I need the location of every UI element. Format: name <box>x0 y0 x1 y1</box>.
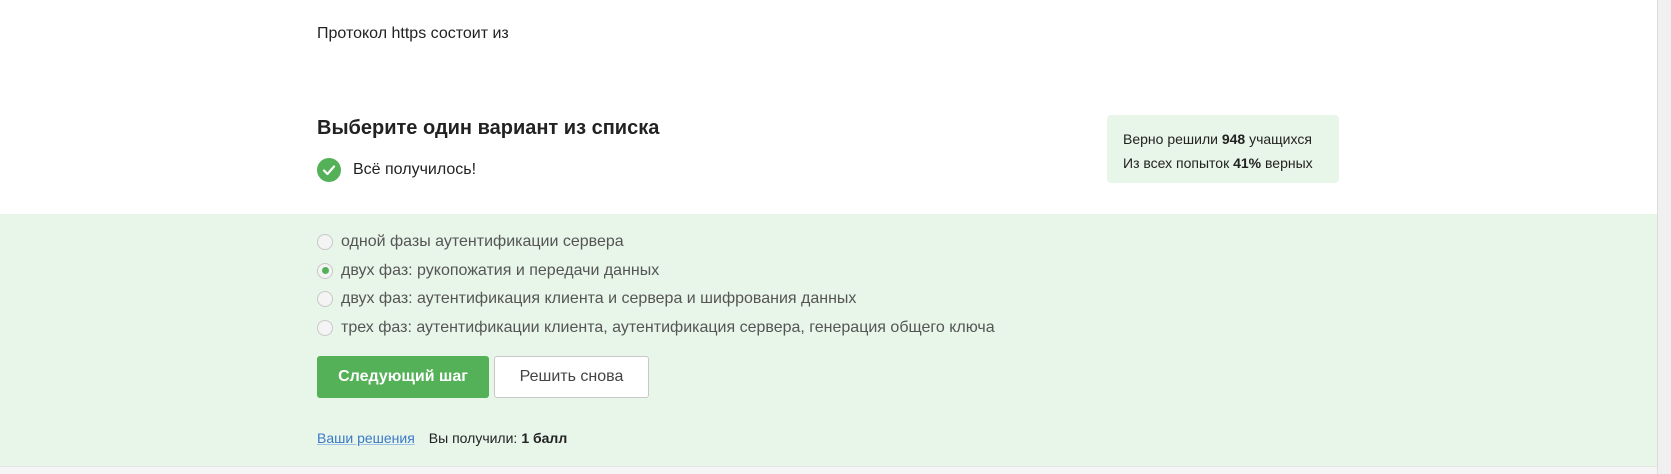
options-list: одной фазы аутентификации сервера двух ф… <box>317 228 995 342</box>
success-status: Всё получилось! <box>317 158 476 182</box>
radio-button[interactable] <box>317 234 333 251</box>
stats-solved-suffix: учащихся <box>1249 131 1312 147</box>
option-item[interactable]: двух фаз: рукопожатия и передачи данных <box>317 257 995 286</box>
option-item[interactable]: трех фаз: аутентификации клиента, аутент… <box>317 314 995 343</box>
page-divider <box>0 466 1657 474</box>
score-value: 1 балл <box>521 430 568 446</box>
stats-attempts-prefix: Из всех попыток <box>1123 155 1230 171</box>
stats-correct-percent: 41% <box>1233 155 1262 171</box>
vertical-scrollbar[interactable] <box>1657 0 1671 474</box>
score-label: Вы получили: <box>428 430 518 446</box>
option-label: одной фазы аутентификации сервера <box>341 233 624 251</box>
radio-button[interactable] <box>317 291 333 308</box>
action-buttons: Следующий шаг Решить снова <box>317 356 649 398</box>
step-page: Протокол https состоит из Выберите один … <box>0 0 1671 474</box>
stats-solved-count: 948 <box>1221 131 1246 147</box>
solve-again-button[interactable]: Решить снова <box>494 356 649 398</box>
your-solutions-link[interactable]: Ваши решения <box>317 430 415 446</box>
stats-attempts-suffix: верных <box>1265 155 1313 171</box>
stats-solved-line: Верно решили 948 учащихся <box>1123 127 1323 151</box>
option-item[interactable]: двух фаз: аутентификация клиента и серве… <box>317 285 995 314</box>
option-item[interactable]: одной фазы аутентификации сервера <box>317 228 995 257</box>
success-text: Всё получилось! <box>353 161 477 178</box>
option-label: трех фаз: аутентификации клиента, аутент… <box>341 318 995 336</box>
stats-box: Верно решили 948 учащихся Из всех попыто… <box>1107 115 1339 183</box>
radio-button-selected[interactable] <box>317 262 333 279</box>
question-text: Протокол https состоит из <box>317 25 509 42</box>
result-footer: Ваши решения Вы получили: 1 балл <box>317 430 567 446</box>
task-title: Выберите один вариант из списка <box>317 117 660 139</box>
option-label: двух фаз: аутентификация клиента и серве… <box>341 290 857 308</box>
radio-button[interactable] <box>317 319 333 336</box>
answer-area: одной фазы аутентификации сервера двух ф… <box>0 214 1657 466</box>
stats-solved-prefix: Верно решили <box>1123 131 1218 147</box>
next-step-button[interactable]: Следующий шаг <box>317 356 489 398</box>
stats-attempts-line: Из всех попыток 41% верных <box>1123 151 1323 175</box>
option-label: двух фаз: рукопожатия и передачи данных <box>341 261 660 279</box>
check-circle-icon <box>317 158 341 182</box>
